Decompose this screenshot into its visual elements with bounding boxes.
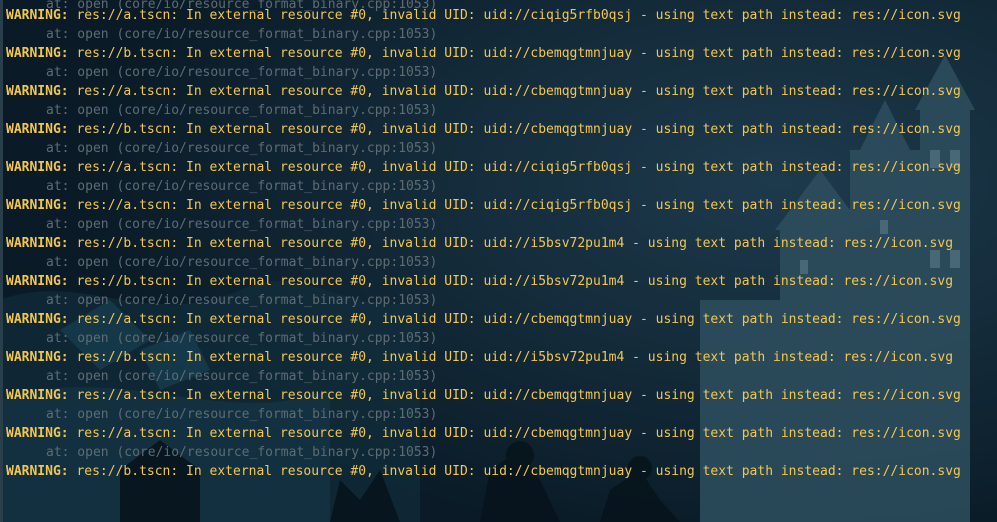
warning-line: WARNING: res://a.tscn: In external resou… (6, 196, 961, 215)
stack-trace-line: at: open (core/io/resource_format_binary… (46, 255, 438, 270)
warning-line: WARNING: res://a.tscn: In external resou… (6, 82, 961, 101)
warning-line: WARNING: res://a.tscn: In external resou… (6, 386, 961, 405)
output-console: at: open (core/io/resource_format_binary… (0, 0, 997, 522)
warning-line: WARNING: res://a.tscn: In external resou… (6, 158, 961, 177)
warning-tag: WARNING: (6, 274, 69, 289)
stack-trace-line: at: open (core/io/resource_format_binary… (46, 141, 438, 156)
warning-line: WARNING: res://b.tscn: In external resou… (6, 44, 961, 63)
warning-message: res://a.tscn: In external resource #0, i… (76, 388, 961, 403)
warning-tag: WARNING: (6, 464, 69, 479)
warning-tag: WARNING: (6, 312, 69, 327)
warning-line: WARNING: res://a.tscn: In external resou… (6, 6, 961, 25)
warning-line: WARNING: res://b.tscn: In external resou… (6, 120, 961, 139)
warning-tag: WARNING: (6, 350, 69, 365)
warning-tag: WARNING: (6, 426, 69, 441)
warning-message: res://b.tscn: In external resource #0, i… (76, 46, 961, 61)
warning-message: res://a.tscn: In external resource #0, i… (76, 84, 961, 99)
stack-trace-line: at: open (core/io/resource_format_binary… (46, 103, 438, 118)
stack-trace-line: at: open (core/io/resource_format_binary… (46, 407, 438, 422)
warning-tag: WARNING: (6, 46, 69, 61)
stack-trace-line: at: open (core/io/resource_format_binary… (46, 445, 438, 460)
stack-trace-line: at: open (core/io/resource_format_binary… (46, 65, 438, 80)
warning-line: WARNING: res://a.tscn: In external resou… (6, 424, 961, 443)
warning-message: res://b.tscn: In external resource #0, i… (76, 350, 954, 365)
stack-trace-line: at: open (core/io/resource_format_binary… (46, 179, 438, 194)
warning-message: res://b.tscn: In external resource #0, i… (76, 236, 954, 251)
window-left-edge (0, 0, 3, 522)
warning-line: WARNING: res://a.tscn: In external resou… (6, 310, 961, 329)
stack-trace-line: at: open (core/io/resource_format_binary… (46, 331, 438, 346)
warning-line: WARNING: res://b.tscn: In external resou… (6, 234, 953, 253)
warning-line: WARNING: res://b.tscn: In external resou… (6, 348, 953, 367)
warning-tag: WARNING: (6, 84, 69, 99)
warning-tag: WARNING: (6, 388, 69, 403)
warning-message: res://a.tscn: In external resource #0, i… (76, 8, 961, 23)
warning-tag: WARNING: (6, 160, 69, 175)
warning-message: res://a.tscn: In external resource #0, i… (76, 198, 961, 213)
warning-message: res://a.tscn: In external resource #0, i… (76, 160, 961, 175)
warning-tag: WARNING: (6, 8, 69, 23)
stack-trace-line: at: open (core/io/resource_format_binary… (46, 27, 438, 42)
warning-message: res://a.tscn: In external resource #0, i… (76, 312, 961, 327)
stack-trace-line: at: open (core/io/resource_format_binary… (46, 369, 438, 384)
stack-trace-line: at: open (core/io/resource_format_binary… (46, 217, 438, 232)
warning-message: res://b.tscn: In external resource #0, i… (76, 464, 961, 479)
warning-line: WARNING: res://b.tscn: In external resou… (6, 462, 961, 481)
warning-message: res://b.tscn: In external resource #0, i… (76, 274, 954, 289)
warning-tag: WARNING: (6, 198, 69, 213)
warning-tag: WARNING: (6, 236, 69, 251)
stack-trace-line: at: open (core/io/resource_format_binary… (46, 293, 438, 308)
warning-tag: WARNING: (6, 122, 69, 137)
warning-line: WARNING: res://b.tscn: In external resou… (6, 272, 953, 291)
warning-message: res://b.tscn: In external resource #0, i… (76, 122, 961, 137)
warning-message: res://a.tscn: In external resource #0, i… (76, 426, 961, 441)
